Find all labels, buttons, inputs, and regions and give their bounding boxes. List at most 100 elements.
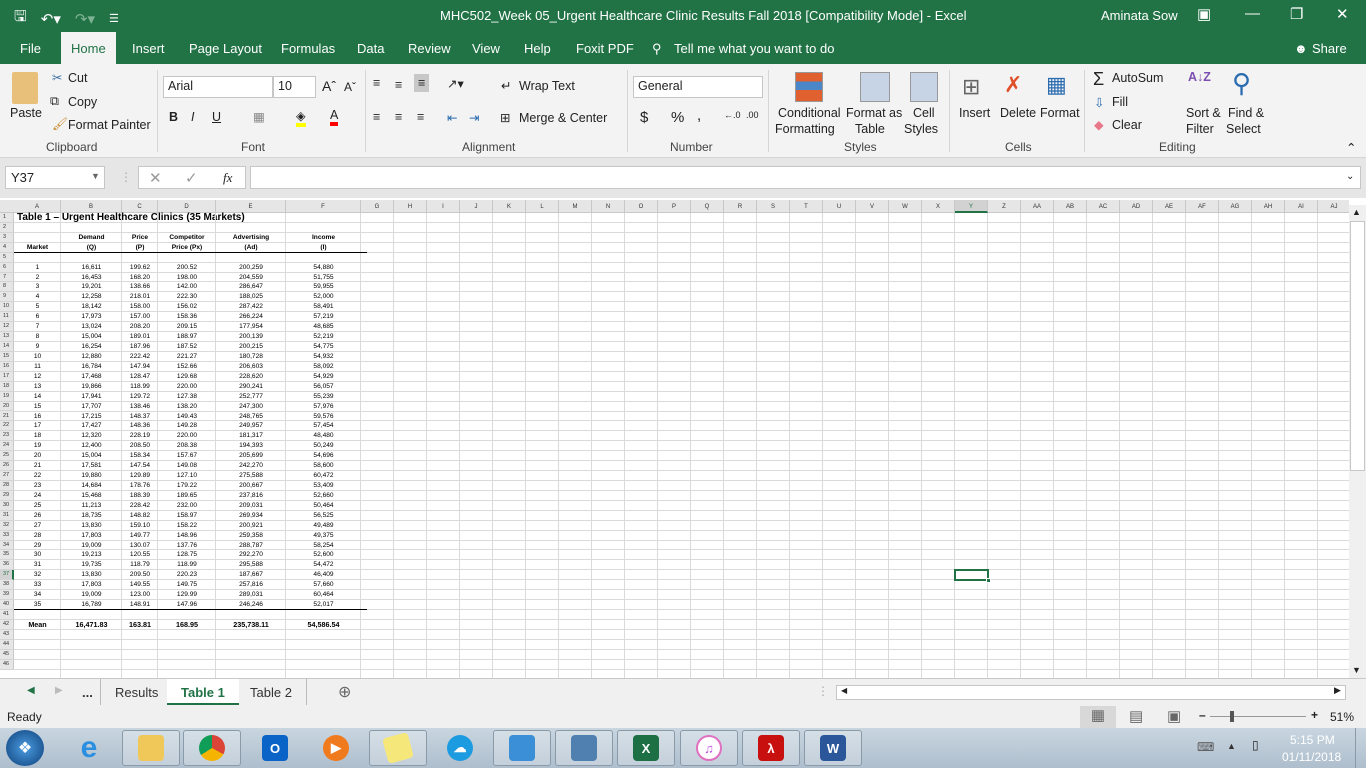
fill-button[interactable]: Fill [1112, 95, 1128, 109]
font-size-select[interactable]: 10 [273, 76, 316, 98]
customize-qat-icon[interactable]: ☰ [109, 12, 119, 25]
orientation-icon[interactable]: ↗▾ [447, 76, 464, 91]
row-header-41[interactable]: 41 [0, 610, 14, 620]
new-sheet-icon[interactable]: ⊕ [338, 682, 351, 702]
row-header-2[interactable]: 2 [0, 223, 14, 233]
row-header-9[interactable]: 9 [0, 292, 14, 303]
column-header-aa[interactable]: AA [1021, 200, 1054, 213]
italic-button[interactable]: I [191, 110, 194, 124]
conditional-formatting-icon[interactable] [795, 72, 823, 102]
row-header-46[interactable]: 46 [0, 660, 14, 670]
delete-cells-icon[interactable]: ✗ [1004, 72, 1022, 98]
row-header-12[interactable]: 12 [0, 322, 14, 333]
user-name[interactable]: Aminata Sow [1101, 8, 1178, 23]
paste-icon[interactable] [12, 72, 38, 104]
row-header-40[interactable]: 40 [0, 600, 14, 610]
tell-me-input[interactable]: Tell me what you want to do [674, 41, 834, 56]
row-header-29[interactable]: 29 [0, 491, 14, 501]
zoom-slider-thumb[interactable] [1229, 711, 1234, 722]
column-header-ag[interactable]: AG [1219, 200, 1252, 213]
format-as-table-icon[interactable] [860, 72, 890, 102]
align-center-icon[interactable]: ≡ [395, 110, 402, 124]
font-color-icon[interactable]: A [330, 108, 339, 126]
format-cells-icon[interactable]: ▦ [1046, 72, 1067, 98]
row-header-13[interactable]: 13 [0, 332, 14, 343]
tab-foxit-pdf[interactable]: Foxit PDF [576, 41, 634, 56]
column-header-aj[interactable]: AJ [1318, 200, 1349, 213]
column-header-ad[interactable]: AD [1120, 200, 1153, 213]
column-header-s[interactable]: S [757, 200, 790, 213]
tab-file[interactable]: File [20, 41, 41, 56]
column-header-h[interactable]: H [394, 200, 427, 213]
column-header-ab[interactable]: AB [1054, 200, 1087, 213]
tab-view[interactable]: View [472, 41, 500, 56]
fill-handle[interactable] [986, 578, 991, 584]
active-cell-selection[interactable] [954, 569, 991, 584]
underline-button[interactable]: U [212, 110, 221, 124]
row-header-28[interactable]: 28 [0, 481, 14, 491]
vertical-scroll-thumb[interactable] [1350, 221, 1365, 471]
number-format-select[interactable]: General [633, 76, 763, 98]
taskbar-control-panel[interactable] [493, 730, 551, 766]
tab-data[interactable]: Data [357, 41, 384, 56]
column-header-ac[interactable]: AC [1087, 200, 1120, 213]
row-header-30[interactable]: 30 [0, 501, 14, 511]
vertical-scrollbar[interactable]: ▲ ▼ [1349, 205, 1366, 678]
row-header-32[interactable]: 32 [0, 521, 14, 531]
column-header-l[interactable]: L [526, 200, 559, 213]
zoom-level[interactable]: 51% [1330, 710, 1354, 724]
column-header-r[interactable]: R [724, 200, 757, 213]
row-header-25[interactable]: 25 [0, 451, 14, 462]
scroll-tabs-left-icon[interactable]: ◀ [27, 685, 35, 696]
enter-icon[interactable]: ✓ [185, 169, 198, 187]
sort-filter-button[interactable]: Sort & [1186, 106, 1221, 120]
fill-color-icon[interactable]: ◈ [296, 108, 306, 127]
wrap-text-button[interactable]: Wrap Text [519, 79, 575, 93]
share-button[interactable]: Share [1312, 41, 1347, 56]
taskbar-word[interactable]: W [804, 730, 862, 766]
start-button[interactable]: ❖ [6, 730, 44, 766]
undo-icon[interactable]: ↶▾ [41, 10, 61, 28]
decrease-font-icon[interactable]: Aˇ [344, 80, 356, 94]
copy-button[interactable]: Copy [68, 95, 97, 109]
row-header-37[interactable]: 37 [0, 570, 14, 581]
align-left-icon[interactable]: ≡ [373, 110, 380, 124]
merge-center-button[interactable]: Merge & Center [519, 111, 607, 125]
scroll-tabs-right-icon[interactable]: ▶ [55, 685, 63, 696]
column-header-p[interactable]: P [658, 200, 691, 213]
close-icon[interactable]: ✕ [1336, 5, 1349, 23]
bold-button[interactable]: B [169, 110, 178, 124]
scroll-left-icon[interactable]: ◀ [841, 686, 847, 695]
decrease-decimal-icon[interactable]: .00 [746, 110, 759, 120]
column-header-m[interactable]: M [559, 200, 592, 213]
percent-button[interactable]: % [671, 109, 684, 126]
column-header-w[interactable]: W [889, 200, 922, 213]
clock-date[interactable]: 01/11/2018 [1282, 750, 1341, 764]
column-header-ai[interactable]: AI [1285, 200, 1318, 213]
cell-styles-icon[interactable] [910, 72, 938, 102]
column-header-u[interactable]: U [823, 200, 856, 213]
sheet-tab-results[interactable]: Results [100, 679, 172, 705]
paste-button[interactable]: Paste [10, 106, 42, 120]
battery-icon[interactable]: ▯ [1252, 738, 1259, 752]
align-right-icon[interactable]: ≡ [417, 110, 424, 124]
zoom-in-button[interactable]: + [1311, 708, 1318, 722]
taskbar-itunes[interactable]: ♫ [680, 730, 738, 766]
tab-insert[interactable]: Insert [132, 41, 165, 56]
row-header-24[interactable]: 24 [0, 441, 14, 452]
column-header-x[interactable]: X [922, 200, 955, 213]
save-icon[interactable]: 🖫 [14, 6, 27, 31]
row-header-3[interactable]: 3 [0, 233, 14, 243]
find-select-button[interactable]: Find & [1228, 106, 1264, 120]
align-middle-icon[interactable]: ≡ [395, 78, 402, 92]
scroll-up-icon[interactable]: ▲ [1352, 207, 1361, 217]
row-header-20[interactable]: 20 [0, 402, 14, 412]
collapse-ribbon-icon[interactable]: ⌃ [1346, 140, 1356, 155]
page-layout-view-icon[interactable]: ▤ [1129, 707, 1143, 725]
tab-home[interactable]: Home [61, 32, 116, 64]
formula-input[interactable] [250, 166, 1361, 189]
row-header-39[interactable]: 39 [0, 590, 14, 601]
tab-review[interactable]: Review [408, 41, 451, 56]
worksheet-grid[interactable]: A B C D E F G H I J K L M N O P Q R S T U V W X Y Z AA AB AC AD AE AF AG… [0, 200, 1349, 678]
insert-function-button[interactable]: fx [223, 170, 232, 186]
